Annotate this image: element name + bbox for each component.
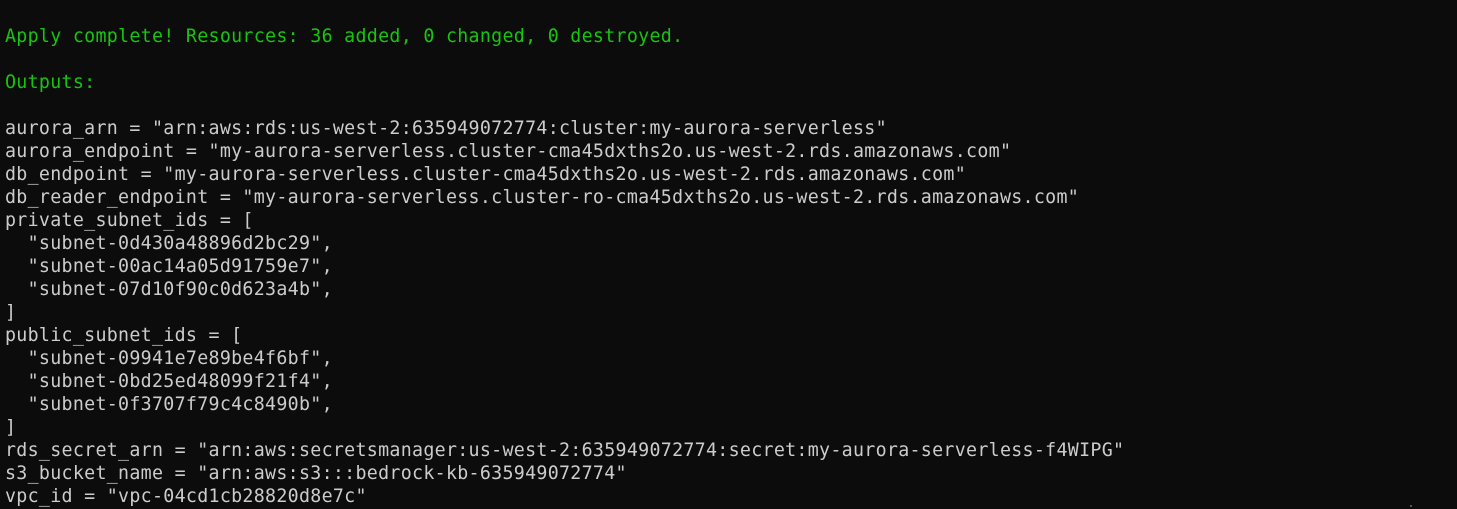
output-line-private-subnet-ids: private_subnet_ids = [	[5, 210, 254, 231]
output-line-public-subnet-1: "subnet-09941e7e89be4f6bf",	[5, 348, 333, 369]
apply-complete-message: Apply complete! Resources: 36 added, 0 c…	[5, 26, 684, 47]
output-line-db-endpoint: db_endpoint = "my-aurora-serverless.clus…	[5, 164, 967, 185]
output-line-vpc-id: vpc_id = "vpc-04cd1cb28820d8e7c"	[5, 486, 367, 507]
output-line-private-subnet-3: "subnet-07d10f90c0d623a4b",	[5, 279, 333, 300]
output-line-aurora-arn: aurora_arn = "arn:aws:rds:us-west-2:6359…	[5, 118, 887, 139]
terminal-output[interactable]: Apply complete! Resources: 36 added, 0 c…	[5, 0, 1455, 509]
output-line-db-reader-endpoint: db_reader_endpoint = "my-aurora-serverle…	[5, 187, 1080, 208]
output-line-public-subnet-close: ]	[5, 417, 17, 438]
output-line-private-subnet-2: "subnet-00ac14a05d91759e7",	[5, 256, 333, 277]
output-line-aurora-endpoint: aurora_endpoint = "my-aurora-serverless.…	[5, 141, 1012, 162]
outputs-heading: Outputs:	[5, 72, 96, 93]
cursor-mark	[1410, 505, 1412, 507]
output-line-public-subnet-ids: public_subnet_ids = [	[5, 325, 243, 346]
output-line-public-subnet-3: "subnet-0f3707f79c4c8490b",	[5, 394, 333, 415]
output-line-public-subnet-2: "subnet-0bd25ed48099f21f4",	[5, 371, 333, 392]
output-line-private-subnet-1: "subnet-0d430a48896d2bc29",	[5, 233, 333, 254]
output-line-rds-secret-arn: rds_secret_arn = "arn:aws:secretsmanager…	[5, 440, 1125, 461]
output-line-private-subnet-close: ]	[5, 302, 17, 323]
output-line-s3-bucket-name: s3_bucket_name = "arn:aws:s3:::bedrock-k…	[5, 463, 627, 484]
